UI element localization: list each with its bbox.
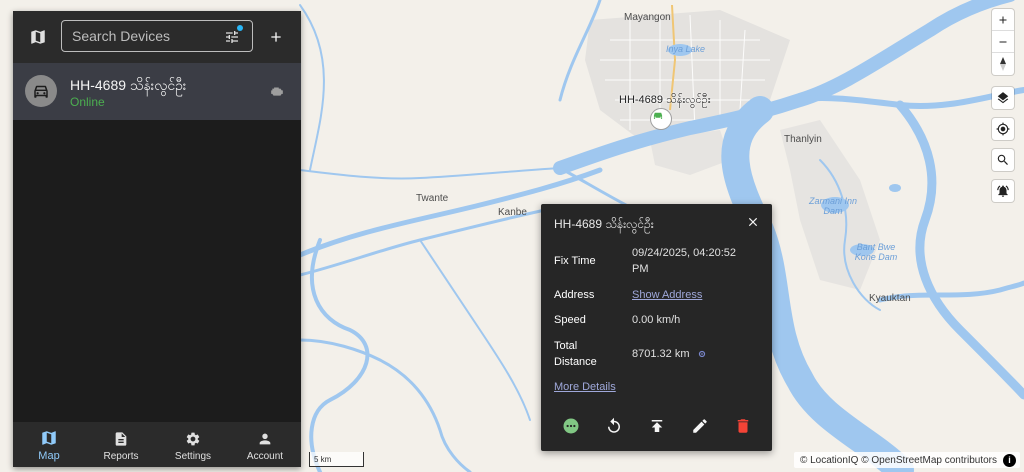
map-water-label: Inya Lake: [666, 44, 706, 54]
search-box: [61, 20, 253, 52]
attribution-text: © LocationIQ © OpenStreetMap contributor…: [799, 454, 997, 466]
total-distance-label-line1: Total: [554, 340, 578, 352]
map-search-button[interactable]: [992, 149, 1014, 171]
nav-account[interactable]: Account: [229, 422, 301, 467]
compass-icon: [1000, 57, 1006, 71]
device-name: HH-4689 သိန်းလွင်ဦး: [70, 77, 187, 93]
fix-time-value-line2: PM: [632, 263, 649, 275]
add-device-button[interactable]: [265, 26, 287, 48]
nav-label: Map: [38, 450, 60, 462]
layers-icon: [997, 92, 1009, 104]
notifications-control: [992, 180, 1014, 202]
map-toggle-button[interactable]: [27, 26, 49, 48]
device-avatar: [25, 75, 57, 107]
delete-button[interactable]: [732, 415, 754, 437]
engine-icon: [271, 87, 283, 96]
speed-label: Speed: [554, 314, 586, 326]
total-distance-label-line2: Distance: [554, 356, 597, 368]
map-scale-bar: 5 km: [309, 452, 364, 467]
vehicle-map-label: HH-4689 သိန်းလွင်ဦး: [619, 94, 711, 106]
nav-reports[interactable]: Reports: [85, 422, 157, 467]
bell-ringing-icon: [997, 185, 1009, 197]
info-icon[interactable]: i: [1003, 453, 1016, 467]
person-icon: [259, 433, 271, 444]
sidebar-toolbar: [13, 11, 301, 63]
sidebar: HH-4689 သိန်းလွင်ဦး Online Map Reports: [13, 11, 301, 467]
filter-active-dot: [237, 25, 243, 31]
device-list-item[interactable]: HH-4689 သိန်းလွင်ဦး Online: [13, 63, 301, 120]
device-info-popup: HH-4689 သိန်းလွင်ဦး Fix Time 09/24/2025,…: [541, 204, 772, 451]
zoom-out-button[interactable]: [992, 31, 1014, 53]
map-place-label: Twante: [416, 193, 449, 204]
scale-label: 5 km: [314, 455, 332, 464]
plus-icon: [999, 16, 1007, 23]
device-status: Online: [70, 95, 105, 109]
notifications-button[interactable]: [992, 180, 1014, 202]
popup-actions: [541, 415, 772, 439]
edit-button[interactable]: [689, 415, 711, 437]
more-horiz-icon: [563, 418, 578, 434]
send-command-button[interactable]: [646, 415, 668, 437]
description-icon: [115, 431, 127, 446]
minus-icon: [999, 41, 1007, 42]
nav-settings[interactable]: Settings: [157, 422, 229, 467]
replay-button[interactable]: [603, 415, 625, 437]
map-place-label: Mayangon: [624, 12, 671, 23]
map-attribution: © LocationIQ © OpenStreetMap contributor…: [793, 452, 1020, 468]
search-input[interactable]: [72, 28, 212, 44]
total-distance-value: 8701.32 km: [632, 348, 690, 360]
car-icon: [653, 112, 663, 119]
fix-time-label: Fix Time: [554, 255, 596, 267]
plus-icon: [271, 32, 281, 42]
more-details-link[interactable]: More Details: [554, 379, 616, 395]
tune-icon: [226, 31, 238, 43]
map-icon: [42, 431, 56, 445]
gear-icon: [186, 432, 200, 445]
map-water-label: Zarmani Inn Dam: [808, 196, 858, 216]
popup-title: HH-4689 သိန်းလွင်ဦး: [554, 217, 654, 231]
filter-button[interactable]: [224, 25, 243, 45]
address-label: Address: [554, 289, 595, 301]
more-actions-button[interactable]: [560, 415, 582, 437]
map-water-label: Bant Bwe Kone Dam: [854, 242, 898, 262]
close-icon: [748, 217, 758, 227]
publish-icon: [651, 420, 662, 432]
delete-icon: [737, 419, 748, 433]
vehicle-map-marker[interactable]: [650, 108, 672, 130]
car-icon: [34, 85, 48, 98]
popup-close-button[interactable]: [746, 215, 760, 229]
map-icon: [31, 30, 45, 44]
speed-value: 0.00 km/h: [632, 314, 681, 326]
nav-label: Account: [246, 450, 284, 462]
compass-button[interactable]: [992, 53, 1014, 75]
nav-label: Reports: [103, 450, 139, 462]
nav-label: Settings: [174, 450, 212, 462]
map-place-label: Kyauktan: [869, 293, 911, 304]
search-icon: [997, 154, 1008, 165]
fix-time-value-line1: 09/24/2025, 04:20:52: [632, 247, 736, 259]
locate-control: [992, 118, 1014, 140]
replay-icon: [607, 417, 620, 433]
show-address-link[interactable]: Show Address: [632, 287, 702, 303]
locate-button[interactable]: [992, 118, 1014, 140]
edit-icon: [692, 419, 707, 433]
nav-map[interactable]: Map: [13, 422, 85, 467]
my-location-icon: [996, 122, 1010, 136]
map-place-label: Kanbe: [498, 207, 527, 218]
layers-button[interactable]: [992, 87, 1014, 109]
search-control: [992, 149, 1014, 171]
layers-control: [992, 87, 1014, 109]
zoom-in-button[interactable]: [992, 9, 1014, 31]
zoom-controls: [992, 9, 1014, 75]
map-place-label: Thanlyin: [784, 134, 822, 145]
edit-distance-icon[interactable]: [697, 349, 707, 359]
bottom-navigation: Map Reports Settings Account: [13, 422, 301, 467]
